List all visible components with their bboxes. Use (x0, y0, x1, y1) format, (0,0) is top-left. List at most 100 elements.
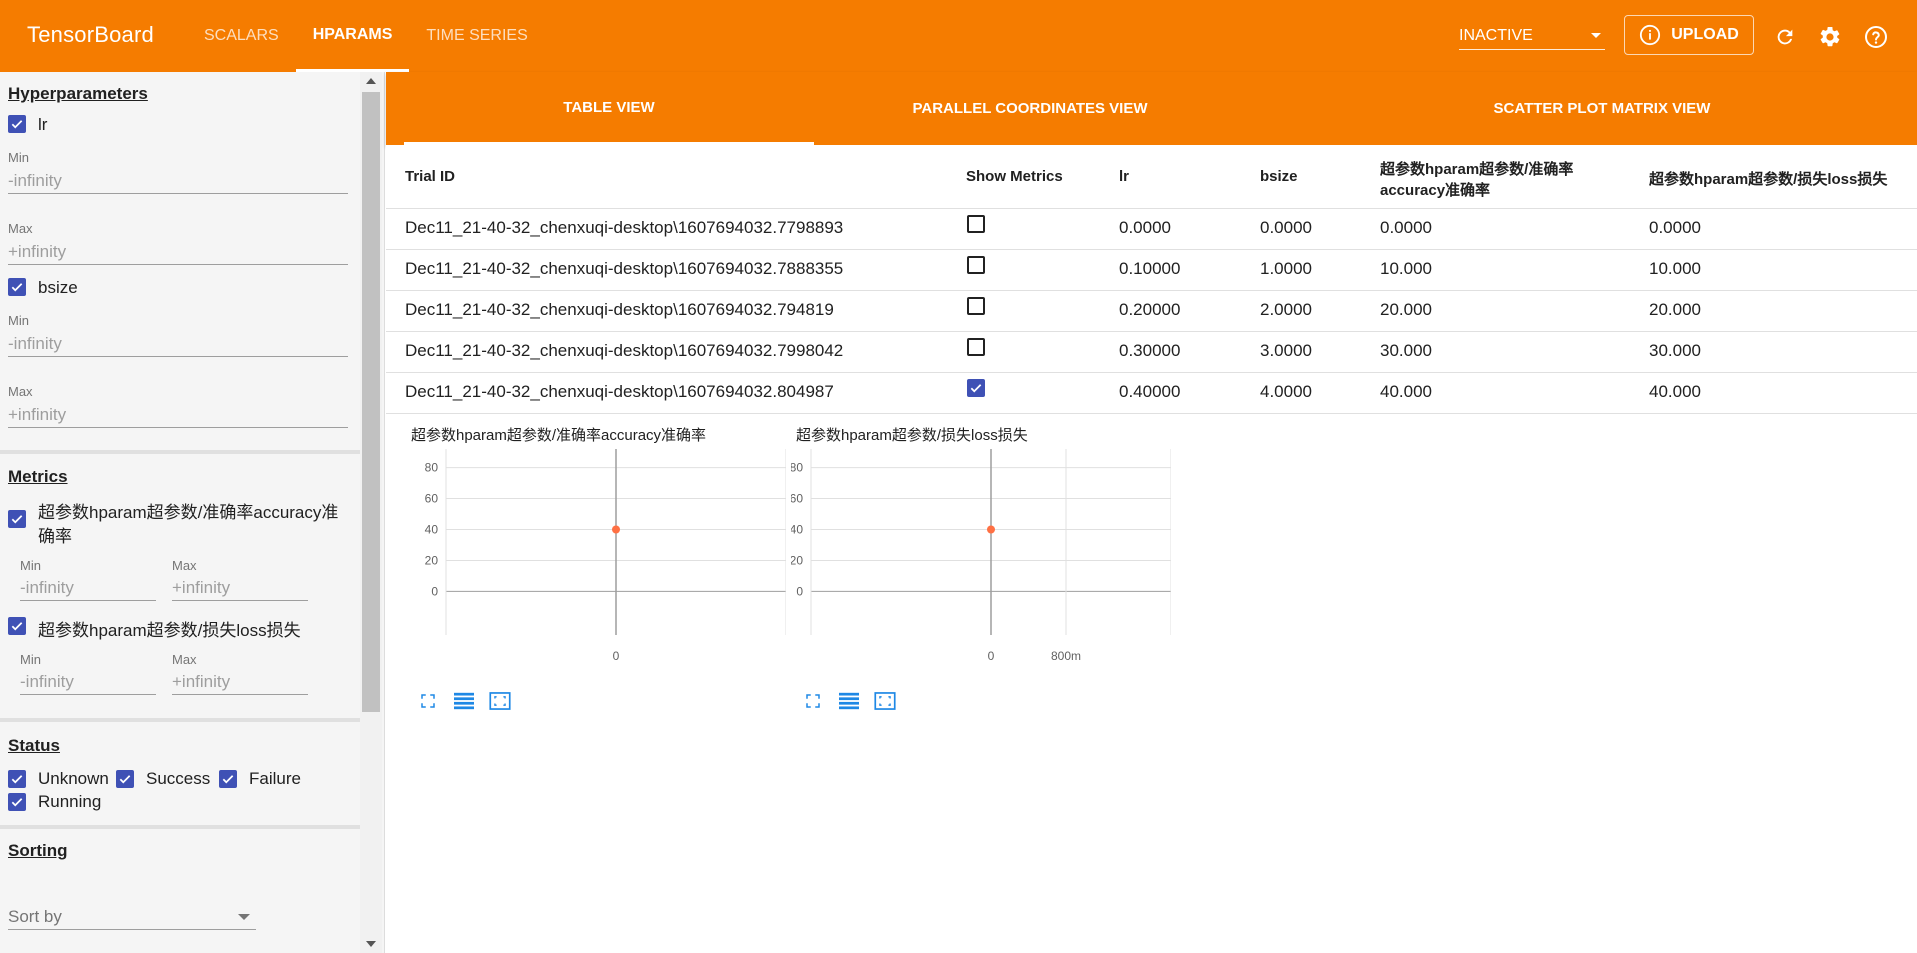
hparams-view-tabs: TABLE VIEW PARALLEL COORDINATES VIEW SCA… (386, 72, 1917, 145)
accuracy-chart-title: 超参数hparam超参数/准确率accuracy准确率 (411, 427, 707, 444)
header-loss[interactable]: 超参数hparam超参数/损失loss损失 (1649, 168, 1887, 189)
sorting-heading: Sorting (8, 841, 68, 860)
tab-time-series[interactable]: TIME SERIES (409, 0, 544, 72)
bsize-min-label: Min (8, 313, 29, 328)
loss-metric-label: 超参数hparam超参数/损失loss损失 (38, 621, 301, 640)
toggle-log-scale-icon[interactable] (453, 690, 475, 712)
header-trial-id[interactable]: Trial ID (405, 168, 455, 185)
cell-bsize: 4.0000 (1260, 382, 1312, 401)
scroll-up-icon[interactable] (366, 78, 376, 84)
tab-scatter-plot-matrix-view[interactable]: SCATTER PLOT MATRIX VIEW (1432, 72, 1772, 145)
loss-max-input[interactable] (172, 669, 308, 695)
scroll-down-icon[interactable] (366, 941, 376, 947)
lr-label: lr (38, 115, 48, 134)
data-point[interactable] (612, 525, 620, 534)
hyperparameters-heading: Hyperparameters (8, 84, 148, 103)
show-metrics-checkbox[interactable] (967, 297, 985, 315)
y-tick-label: 80 (425, 461, 439, 475)
status-running-label: Running (38, 792, 102, 811)
loss-chart-toolbar (802, 690, 896, 712)
tab-scalars[interactable]: SCALARS (187, 0, 296, 72)
inactive-plugins-label: INACTIVE (1459, 26, 1533, 44)
sidebar-scrollbar[interactable] (360, 72, 382, 953)
accuracy-metric-label-line2: 确率 (38, 527, 72, 546)
accuracy-metric-checkbox[interactable] (8, 510, 26, 528)
status-unknown-label: Unknown (38, 769, 109, 788)
lr-min-input[interactable] (8, 168, 348, 194)
tab-table-view[interactable]: TABLE VIEW (404, 72, 814, 145)
x-tick-label: 0 (613, 649, 620, 663)
cell-trial-id: Dec11_21-40-32_chenxuqi-desktop\16076940… (405, 382, 834, 401)
loss-metric-checkbox[interactable] (8, 617, 26, 635)
toggle-log-scale-icon[interactable] (838, 690, 860, 712)
header-lr[interactable]: lr (1119, 168, 1129, 185)
y-tick-label: 0 (796, 584, 803, 598)
cell-loss: 30.000 (1649, 341, 1701, 360)
tab-hparams[interactable]: HPARAMS (295, 0, 410, 72)
status-failure-checkbox[interactable] (219, 770, 237, 788)
accuracy-scatter-chart[interactable]: 0 20 40 60 80 0 (406, 445, 786, 675)
status-running-checkbox[interactable] (8, 793, 26, 811)
upload-button[interactable]: UPLOAD (1624, 15, 1754, 55)
check-icon (119, 775, 131, 784)
cell-lr: 0.30000 (1119, 341, 1181, 360)
bsize-max-input[interactable] (8, 402, 348, 428)
loss-max-label: Max (172, 652, 197, 667)
loss-min-input[interactable] (20, 669, 156, 695)
accuracy-max-input[interactable] (172, 575, 308, 601)
info-icon (1640, 24, 1661, 46)
y-tick-label: 60 (791, 492, 803, 506)
fit-domain-icon[interactable] (874, 690, 896, 712)
inactive-plugins-select[interactable]: INACTIVE (1459, 22, 1605, 50)
cell-trial-id: Dec11_21-40-32_chenxuqi-desktop\16076940… (405, 259, 844, 278)
y-tick-label: 80 (791, 461, 803, 475)
show-metrics-checkbox[interactable] (967, 338, 985, 356)
fullscreen-icon[interactable] (417, 690, 439, 712)
show-metrics-checkbox[interactable] (967, 215, 985, 233)
header-bsize[interactable]: bsize (1260, 168, 1298, 185)
fullscreen-icon[interactable] (802, 690, 824, 712)
scroll-thumb[interactable] (362, 92, 380, 712)
lr-max-input[interactable] (8, 239, 348, 265)
tab-parallel-coordinates-view[interactable]: PARALLEL COORDINATES VIEW (814, 72, 1246, 145)
accuracy-metric-label-line1: 超参数hparam超参数/准确率accuracy准 (38, 503, 339, 522)
y-tick-label: 40 (791, 523, 803, 537)
status-unknown-checkbox[interactable] (8, 770, 26, 788)
cell-loss: 20.000 (1649, 300, 1701, 319)
show-metrics-checkbox[interactable] (967, 256, 985, 274)
gear-icon[interactable] (1818, 25, 1842, 49)
check-icon (11, 798, 23, 807)
sort-by-placeholder: Sort by (8, 906, 62, 926)
reload-icon[interactable] (1773, 25, 1797, 49)
status-success-label: Success (146, 769, 211, 788)
check-icon (11, 515, 23, 524)
header-show-metrics[interactable]: Show Metrics (966, 168, 1063, 185)
bsize-min-input[interactable] (8, 331, 348, 357)
check-icon (11, 622, 23, 631)
lr-checkbox[interactable] (8, 115, 26, 133)
check-icon (11, 283, 23, 292)
cell-bsize: 1.0000 (1260, 259, 1312, 278)
cell-bsize: 0.0000 (1260, 218, 1312, 237)
y-tick-label: 20 (425, 553, 439, 567)
help-icon[interactable] (1864, 25, 1888, 49)
fit-domain-icon[interactable] (489, 690, 511, 712)
tensorboard-app: TensorBoard SCALARS HPARAMS TIME SERIES … (0, 0, 1917, 953)
show-metrics-checkbox[interactable] (967, 379, 985, 397)
cell-loss: 40.000 (1649, 382, 1701, 401)
accuracy-min-input[interactable] (20, 575, 156, 601)
sort-by-select[interactable]: Sort by (8, 904, 256, 930)
bsize-checkbox[interactable] (8, 278, 26, 296)
data-point[interactable] (987, 525, 995, 534)
accuracy-min-label: Min (20, 558, 41, 573)
table-row: Dec11_21-40-32_chenxuqi-desktop\16076940… (386, 208, 1917, 249)
header-accuracy-line2[interactable]: accuracy准确率 (1380, 179, 1490, 200)
loss-min-label: Min (20, 652, 41, 667)
cell-lr: 0.10000 (1119, 259, 1181, 278)
lr-min-label: Min (8, 150, 29, 165)
header-accuracy-line1[interactable]: 超参数hparam超参数/准确率 (1380, 158, 1573, 179)
status-success-checkbox[interactable] (116, 770, 134, 788)
cell-accuracy: 20.000 (1380, 300, 1432, 319)
loss-scatter-chart[interactable]: 0 20 40 60 80 0 800m (791, 445, 1171, 675)
bsize-label: bsize (38, 278, 78, 297)
